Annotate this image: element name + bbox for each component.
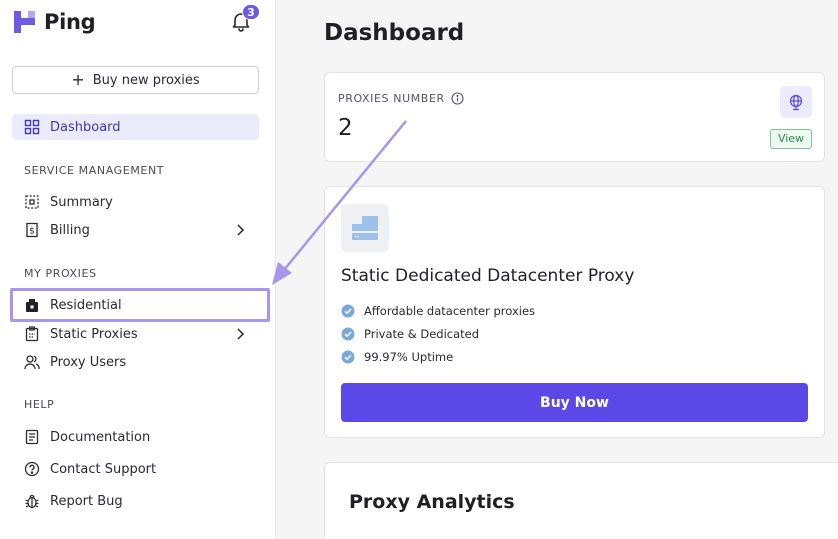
globe-icon: [789, 94, 803, 111]
svg-text:$: $: [29, 227, 35, 237]
product-image: [341, 204, 389, 252]
sidebar-item-label: Proxy Users: [50, 354, 127, 370]
sidebar-item-report-bug[interactable]: Report Bug: [12, 488, 259, 514]
brand-name: Ping: [44, 10, 96, 34]
book-icon: [24, 429, 40, 445]
globe-button[interactable]: [780, 86, 812, 118]
ping-logo-icon: [14, 11, 35, 33]
sidebar: Ping 3 + Buy new proxies Dashboard SERVI…: [0, 0, 276, 539]
sidebar-item-label: Contact Support: [50, 461, 157, 477]
check-circle-icon: [341, 350, 355, 364]
sidebar-item-label: Residential: [50, 297, 122, 313]
buy-new-proxies-label: Buy new proxies: [92, 72, 200, 88]
section-label-my-proxies: MY PROXIES: [24, 267, 97, 280]
feature-item: 99.97% Uptime: [341, 350, 453, 364]
chevron-right-icon: [237, 224, 245, 236]
house-icon: [24, 297, 40, 313]
sidebar-item-residential[interactable]: Residential: [12, 292, 259, 318]
proxies-number-label: PROXIES NUMBER: [338, 92, 445, 105]
sidebar-item-label: Dashboard: [50, 119, 121, 135]
sidebar-item-dashboard[interactable]: Dashboard: [12, 114, 259, 140]
chevron-right-icon: [237, 328, 245, 340]
sidebar-item-label: Report Bug: [50, 493, 123, 509]
logo[interactable]: Ping: [14, 8, 96, 36]
info-icon[interactable]: [451, 92, 464, 105]
plus-icon: +: [71, 70, 85, 89]
sidebar-item-label: Static Proxies: [50, 326, 138, 342]
sidebar-item-label: Documentation: [50, 429, 151, 445]
sidebar-item-label: Billing: [50, 222, 90, 238]
notification-count-badge: 3: [242, 4, 260, 20]
sidebar-item-static-proxies[interactable]: Static Proxies: [12, 321, 259, 347]
check-circle-icon: [341, 304, 355, 318]
proxies-number-value: 2: [338, 115, 353, 141]
sidebar-item-proxy-users[interactable]: Proxy Users: [12, 349, 259, 375]
check-circle-icon: [341, 327, 355, 341]
section-label-help: HELP: [24, 398, 55, 411]
page-title: Dashboard: [324, 20, 465, 46]
proxies-number-label-row: PROXIES NUMBER: [338, 92, 464, 105]
receipt-icon: $: [24, 222, 40, 238]
users-icon: [24, 354, 40, 370]
proxy-analytics-title: Proxy Analytics: [349, 491, 515, 513]
sidebar-item-documentation[interactable]: Documentation: [12, 424, 259, 450]
product-card: Static Dedicated Datacenter Proxy Afford…: [324, 186, 825, 438]
view-button[interactable]: View: [770, 129, 812, 149]
clipboard-icon: [24, 326, 40, 342]
feature-item: Affordable datacenter proxies: [341, 304, 535, 318]
buy-now-button[interactable]: Buy Now: [341, 383, 808, 422]
sidebar-item-contact-support[interactable]: Contact Support: [12, 456, 259, 482]
help-circle-icon: [24, 461, 40, 477]
summary-icon: [24, 194, 40, 210]
bug-icon: [24, 493, 40, 509]
feature-label: 99.97% Uptime: [364, 350, 454, 364]
proxies-number-card: PROXIES NUMBER 2 View: [324, 72, 825, 162]
sidebar-item-summary[interactable]: Summary: [12, 189, 259, 215]
sidebar-item-label: Summary: [50, 194, 113, 210]
feature-label: Affordable datacenter proxies: [364, 304, 536, 318]
proxy-analytics-card: Proxy Analytics: [324, 462, 838, 539]
section-label-service-management: SERVICE MANAGEMENT: [24, 164, 165, 177]
feature-label: Private & Dedicated: [364, 327, 480, 341]
buy-new-proxies-button[interactable]: + Buy new proxies: [12, 66, 259, 94]
grid-icon: [24, 119, 40, 135]
product-title: Static Dedicated Datacenter Proxy: [341, 266, 635, 286]
sidebar-item-billing[interactable]: $ Billing: [12, 217, 259, 243]
main-content: Dashboard PROXIES NUMBER 2 View Static D…: [276, 0, 838, 539]
feature-item: Private & Dedicated: [341, 327, 479, 341]
